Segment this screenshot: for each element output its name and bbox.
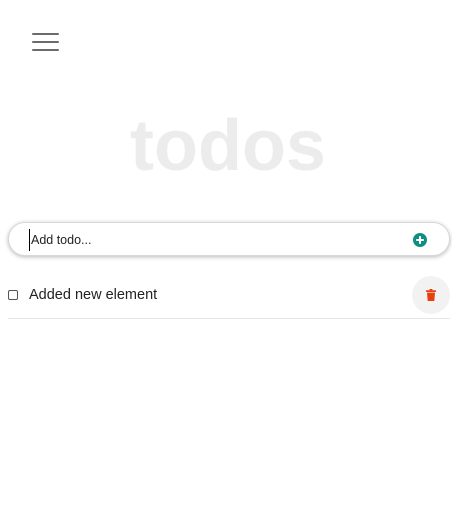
todo-item: Added new element: [8, 276, 450, 319]
todo-checkbox[interactable]: [8, 290, 18, 300]
trash-icon: [426, 289, 436, 301]
delete-todo-button[interactable]: [412, 276, 450, 314]
todo-text: Added new element: [29, 287, 158, 303]
plus-circle-icon: [416, 236, 424, 244]
hamburger-menu-button[interactable]: [32, 30, 60, 54]
page: todos Added new element: [0, 0, 452, 511]
hamburger-menu-icon: [32, 33, 59, 36]
add-todo-bar: [8, 222, 450, 256]
todo-list: Added new element: [8, 276, 450, 319]
hamburger-menu-icon-bar: [32, 48, 59, 51]
hamburger-menu-icon-bar: [32, 40, 59, 44]
add-todo-button[interactable]: [413, 233, 427, 247]
app-title: todos: [130, 106, 326, 186]
add-todo-input[interactable]: [29, 229, 401, 251]
